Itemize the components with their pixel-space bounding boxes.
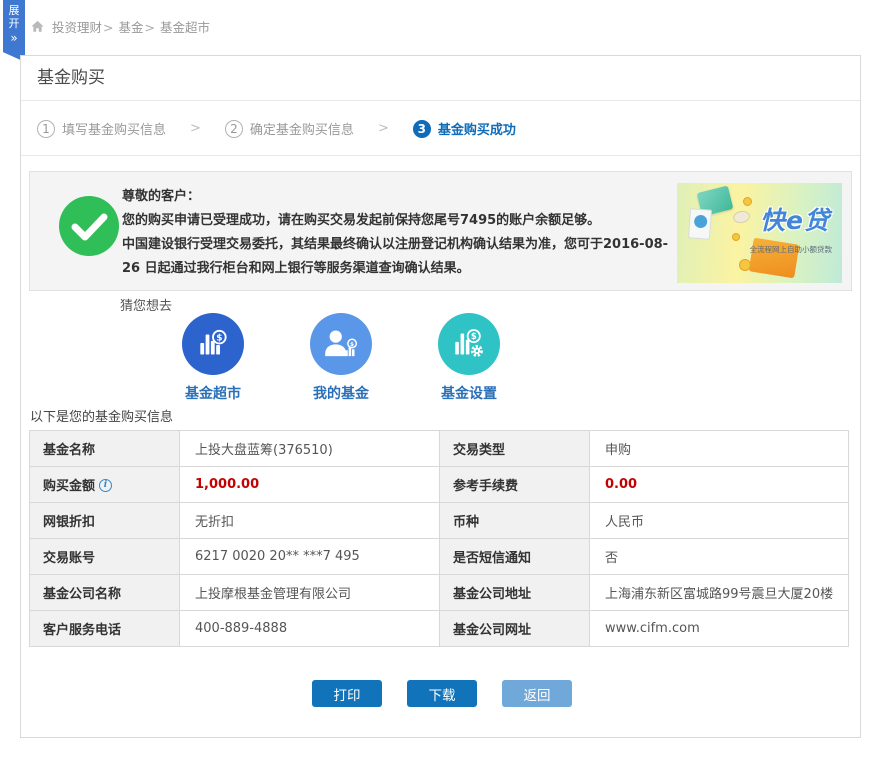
expand-ribbon[interactable]: 展开 » [3,0,25,62]
table-value-cell: 400-889-4888 [180,611,440,647]
breadcrumb: 投资理财>基金>基金超市 [30,17,210,36]
svg-text:$: $ [350,342,354,348]
suggest-label: 猜您想去 [120,295,172,314]
table-value-cell: 无折扣 [180,503,440,539]
expand-ribbon-label: 展开 [7,4,21,30]
double-chevron-icon: » [3,32,25,44]
table-label-cell: 基金名称 [30,431,180,467]
table-label-cell: 币种 [440,503,590,539]
ad-coin-icon [739,259,751,271]
table-value-cell: 人民币 [590,503,849,539]
svg-text:$: $ [216,333,222,343]
main-panel: 基金购买 1 填写基金购买信息 >2 确定基金购买信息 >3 基金购买成功 尊敬的客户： … [20,55,861,738]
step-label: 填写基金购买信息 [62,119,166,138]
fund-settings-icon: $ [438,313,500,375]
step-number: 1 [37,120,55,138]
breadcrumb-items: 投资理财>基金>基金超市 [52,17,210,36]
ad-banner[interactable]: 快e贷 全流程网上自助小额贷款 [677,183,842,283]
step-label: 基金购买成功 [438,119,516,138]
table-label-cell: 交易类型 [440,431,590,467]
ad-coin-icon [732,233,740,241]
table-label-cell: 交易账号 [30,539,180,575]
table-value-cell: 否 [590,539,849,575]
step-item: 2 确定基金购买信息 [225,119,354,138]
suggest-item-我的基金[interactable]: $我的基金 [310,313,372,375]
table-label-cell: 购买金额i [30,467,180,503]
back-button[interactable]: 返回 [502,680,572,707]
table-label-cell: 参考手续费 [440,467,590,503]
breadcrumb-item[interactable]: 投资理财 [52,20,102,35]
breadcrumb-separator: > [103,20,113,35]
table-label-cell: 基金公司地址 [440,575,590,611]
table-row: 购买金额i1,000.00参考手续费0.00 [30,467,849,503]
print-button[interactable]: 打印 [312,680,382,707]
success-check-icon [59,196,119,256]
suggest-item-label: 基金超市 [185,383,241,403]
breadcrumb-separator: > [145,20,155,35]
table-row: 网银折扣无折扣币种人民币 [30,503,849,539]
step-number: 3 [413,120,431,138]
table-label-cell: 基金公司名称 [30,575,180,611]
table-label-cell: 是否短信通知 [440,539,590,575]
suggest-item-label: 基金设置 [441,383,497,403]
page-container: 展开 » 投资理财>基金>基金超市 基金购买 1填写基金购买信息>2确定基金购买… [0,0,880,766]
table-label-cell: 网银折扣 [30,503,180,539]
breadcrumb-item[interactable]: 基金 [119,20,144,35]
step-number: 2 [225,120,243,138]
breadcrumb-item[interactable]: 基金超市 [160,20,210,35]
actions-bar: 打印下载返回 [312,680,572,707]
notice-box: 尊敬的客户： 您的购买申请已受理成功，请在购买交易发起前保持您尾号7495的账户… [29,171,852,291]
suggest-item-基金设置[interactable]: $ 基金设置 [438,313,500,375]
step-separator: > [378,121,389,136]
table-value-cell: 上投大盘蓝筹(376510) [180,431,440,467]
table-value-cell: 1,000.00 [180,467,440,503]
download-button[interactable]: 下载 [407,680,477,707]
table-label-cell: 基金公司网址 [440,611,590,647]
table-row: 基金公司名称上投摩根基金管理有限公司基金公司地址上海浦东新区富城路99号震旦大厦… [30,575,849,611]
svg-text:$: $ [471,331,477,341]
table-label-cell: 客户服务电话 [30,611,180,647]
suggest-item-基金超市[interactable]: $基金超市 [182,313,244,375]
table-value-cell: 上海浦东新区富城路99号震旦大厦20楼 [590,575,849,611]
steps-bar: 1 填写基金购买信息 >2 确定基金购买信息 >3 基金购买成功 [21,102,860,156]
my-funds-icon: $ [310,313,372,375]
details-heading: 以下是您的基金购买信息 [30,406,173,425]
notice-salutation: 尊敬的客户： [122,185,674,209]
details-table: 基金名称上投大盘蓝筹(376510)交易类型申购购买金额i1,000.00参考手… [29,430,849,647]
table-value-cell: 0.00 [590,467,849,503]
step-item: 1 填写基金购买信息 [37,119,166,138]
notice-text: 尊敬的客户： 您的购买申请已受理成功，请在购买交易发起前保持您尾号7495的账户… [122,185,674,281]
table-value-cell: www.cifm.com [590,611,849,647]
suggest-item-label: 我的基金 [313,383,369,403]
ad-card-shape [688,208,712,239]
table-value-cell: 上投摩根基金管理有限公司 [180,575,440,611]
notice-line-1: 您的购买申请已受理成功，请在购买交易发起前保持您尾号7495的账户余额足够。 [122,209,674,233]
home-icon[interactable] [30,19,45,34]
table-row: 客户服务电话400-889-4888基金公司网址www.cifm.com [30,611,849,647]
ad-title: 快e贷 [760,201,830,237]
step-item: 3 基金购买成功 [413,119,516,138]
table-row: 基金名称上投大盘蓝筹(376510)交易类型申购 [30,431,849,467]
table-value-cell: 申购 [590,431,849,467]
step-label: 确定基金购买信息 [250,119,354,138]
step-separator: > [190,121,201,136]
info-icon[interactable]: i [99,479,112,492]
page-title: 基金购买 [21,56,860,101]
table-value-cell: 6217 0020 20** ***7 495 [180,539,440,575]
ad-subtitle: 全流程网上自助小额贷款 [750,244,833,255]
ad-mouse-shape [732,210,751,225]
table-row: 交易账号6217 0020 20** ***7 495是否短信通知否 [30,539,849,575]
ad-coin-icon [743,197,752,206]
notice-line-2: 中国建设银行受理交易委托，其结果最终确认以注册登记机构确认结果为准，您可于201… [122,233,674,281]
fund-market-icon: $ [182,313,244,375]
